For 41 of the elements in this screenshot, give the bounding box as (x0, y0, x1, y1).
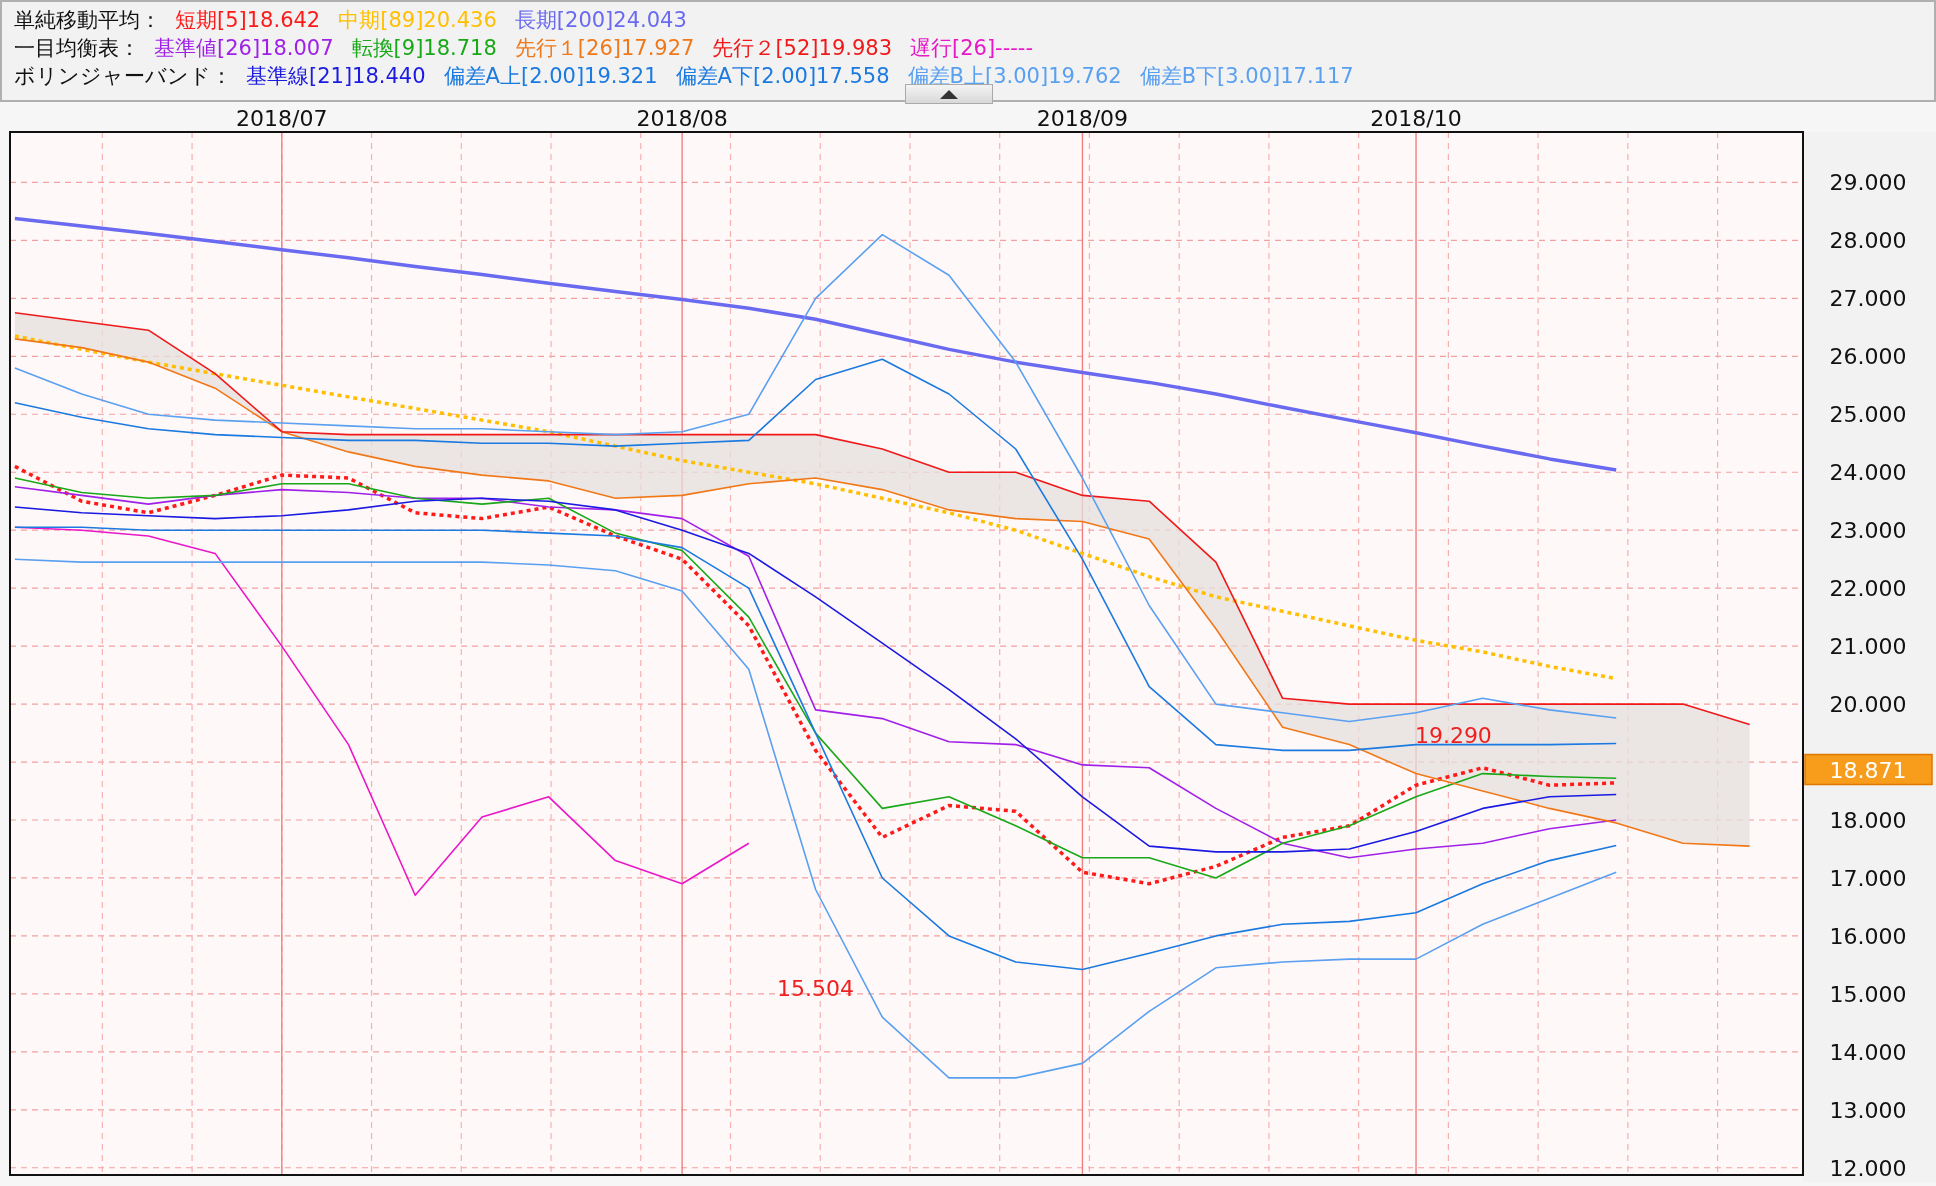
legend-item: 転換[9]18.718 (351, 35, 497, 62)
price-label: 25.000 (1829, 402, 1907, 428)
legend-item: 中期[89]20.436 (338, 7, 497, 34)
date-label: 2018/09 (1036, 106, 1129, 131)
price-label: 22.000 (1829, 576, 1907, 602)
legend-item: 短期[5]18.642 (175, 7, 321, 34)
price-label: 13.000 (1829, 1097, 1907, 1123)
price-label: 24.000 (1829, 460, 1907, 486)
legend-item: 先行２[52]19.983 (712, 35, 892, 62)
price-annotation: 15.504 (777, 976, 855, 1002)
price-label: 16.000 (1829, 923, 1907, 949)
price-label: 18.000 (1829, 808, 1907, 833)
price-annotation: 19.290 (1414, 723, 1492, 749)
price-label: 28.000 (1829, 228, 1907, 254)
price-label: 23.000 (1829, 518, 1907, 544)
legend-item: 偏差A下[2.00]17.558 (675, 63, 890, 90)
legend-item: 偏差A上[2.00]19.321 (443, 63, 658, 90)
legend-label: 一目均衡表： (14, 35, 140, 62)
price-label: 21.000 (1829, 634, 1907, 660)
legend-label: ボリンジャーバンド： (14, 63, 232, 90)
legend-item: 先行１[26]17.927 (514, 35, 695, 62)
legend-item: 基準線[21]18.440 (246, 63, 426, 90)
legend-item: 偏差B下[3.00]17.117 (1139, 63, 1354, 90)
price-label: 15.000 (1829, 981, 1907, 1007)
caret-up-icon (940, 89, 958, 99)
price-label: 29.000 (1829, 170, 1907, 196)
collapse-button[interactable] (905, 84, 993, 104)
current-price-marker: 18.871 (1804, 753, 1933, 786)
price-label: 26.000 (1829, 344, 1907, 370)
legend-item: 基準値[26]18.007 (154, 35, 334, 62)
date-label: 2018/08 (636, 106, 728, 131)
date-label: 2018/07 (236, 106, 328, 131)
price-label: 17.000 (1829, 865, 1907, 891)
price-label: 12.000 (1829, 1155, 1907, 1181)
price-label: 20.000 (1829, 692, 1907, 718)
price-label: 27.000 (1829, 286, 1907, 312)
price-label: 14.000 (1829, 1039, 1907, 1065)
date-label: 2018/10 (1370, 106, 1462, 131)
legend-item: 遅行[26]----- (910, 35, 1033, 62)
legend-item: 長期[200]24.043 (514, 7, 687, 34)
legend-label: 単純移動平均： (14, 7, 161, 34)
